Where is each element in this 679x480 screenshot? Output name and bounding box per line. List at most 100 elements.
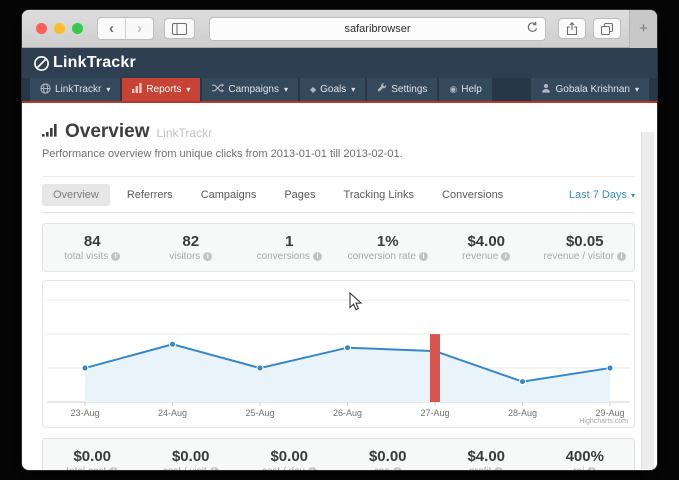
address-bar-text: safaribrowser <box>210 23 545 35</box>
info-icon[interactable]: i <box>210 467 219 470</box>
address-bar[interactable]: safaribrowser <box>209 17 546 41</box>
stat-label-text: cost / visit <box>163 466 207 470</box>
plus-icon: + <box>639 21 648 36</box>
stat-label: roii <box>536 466 635 470</box>
stat-value: $0.00 <box>339 448 438 465</box>
stat-value: $4.00 <box>437 233 536 250</box>
stat-label-text: roi <box>573 466 584 470</box>
stat-total-visits: 84total visitsi <box>43 233 142 262</box>
nav-item-goals[interactable]: ◆Goals▾ <box>300 78 365 101</box>
info-icon[interactable]: i <box>393 467 402 470</box>
page-subtitle: Performance overview from unique clicks … <box>42 148 635 160</box>
visits-line-chart[interactable]: 23-Aug24-Aug25-Aug26-Aug27-Aug28-Aug29-A… <box>43 281 634 425</box>
reload-button[interactable] <box>526 21 539 39</box>
x-axis-label: 23-Aug <box>70 408 99 418</box>
stat-label: total visitsi <box>43 251 142 262</box>
app-logo[interactable]: LinkTrackr <box>33 54 136 72</box>
date-range-selector[interactable]: Last 7 Days ▾ <box>569 189 635 201</box>
show-tabs-button[interactable] <box>593 18 621 39</box>
x-axis-label: 29-Aug <box>595 408 624 418</box>
nav-item-label: Campaigns <box>228 84 279 95</box>
tab-campaigns[interactable]: Campaigns <box>190 184 268 206</box>
data-point-24-aug[interactable] <box>170 341 176 347</box>
caret-down-icon: ▾ <box>284 85 288 94</box>
user-menu[interactable]: Gobala Krishnan▾ <box>531 78 649 101</box>
stat-roi: 400%roii <box>536 448 635 470</box>
new-tab-button[interactable]: + <box>629 10 657 48</box>
nav-item-linktrackr[interactable]: LinkTrackr▾ <box>30 78 120 101</box>
globe-icon <box>40 83 51 97</box>
visits-chart-panel: 23-Aug24-Aug25-Aug26-Aug27-Aug28-Aug29-A… <box>42 280 635 428</box>
info-icon[interactable]: i <box>111 252 120 261</box>
stat-value: 84 <box>43 233 142 250</box>
stat-label-text: conversions <box>257 251 310 262</box>
x-axis-label: 27-Aug <box>420 408 449 418</box>
nav-item-label: Help <box>461 84 482 95</box>
page-title: Overview <box>65 121 150 143</box>
nav-item-settings[interactable]: Settings <box>367 78 437 101</box>
tab-tracking-links[interactable]: Tracking Links <box>333 184 426 206</box>
info-icon[interactable]: i <box>313 252 322 261</box>
sidebar-toggle-button[interactable] <box>164 18 195 39</box>
data-point-29-aug[interactable] <box>607 365 613 371</box>
info-icon[interactable]: i <box>109 467 118 470</box>
data-point-23-aug[interactable] <box>82 365 88 371</box>
caret-down-icon: ▾ <box>635 85 639 94</box>
stat-label: conversion ratei <box>339 251 438 262</box>
share-button[interactable] <box>558 18 586 39</box>
nav-item-reports[interactable]: Reports ▾ <box>122 78 200 101</box>
zoom-window-button[interactable] <box>72 23 83 34</box>
info-icon[interactable]: i <box>587 467 596 470</box>
caret-down-icon: ▾ <box>186 85 190 94</box>
tab-conversions[interactable]: Conversions <box>431 184 514 206</box>
stat-label: profiti <box>437 466 536 470</box>
back-button[interactable]: ‹ <box>98 18 125 39</box>
tab-overview[interactable]: Overview <box>42 184 110 206</box>
stat-label: conversionsi <box>240 251 339 262</box>
desktop-background: ‹ › safaribrowser <box>0 0 679 480</box>
forward-button[interactable]: › <box>125 18 153 39</box>
stat-value: 1% <box>339 233 438 250</box>
stat-value: $0.00 <box>142 448 241 465</box>
close-window-button[interactable] <box>36 23 47 34</box>
tab-referrers[interactable]: Referrers <box>116 184 184 206</box>
report-tabs: Overview Referrers CampaignsPages Tracking … <box>42 176 635 213</box>
info-icon[interactable]: i <box>494 467 503 470</box>
info-icon[interactable]: i <box>501 252 510 261</box>
data-point-26-aug[interactable] <box>345 345 351 351</box>
chart-credit: Highcharts.com <box>579 418 628 425</box>
info-icon[interactable]: i <box>419 252 428 261</box>
minimize-window-button[interactable] <box>54 23 65 34</box>
info-icon[interactable]: i <box>308 467 317 470</box>
date-range-label: Last 7 Days <box>569 189 627 201</box>
app-header: LinkTrackr <box>22 48 657 78</box>
stat-cost-day: $0.00cost / dayi <box>240 448 339 470</box>
reload-icon <box>526 21 539 34</box>
page-content: Overview LinkTrackr Performance overview… <box>22 121 657 470</box>
stat-value: $0.05 <box>536 233 635 250</box>
nav-item-help[interactable]: ◉ Help <box>439 78 491 101</box>
stat-value: 400% <box>536 448 635 465</box>
lifebuoy-icon: ◉ <box>449 85 457 95</box>
info-icon[interactable]: i <box>617 252 626 261</box>
nav-item-label: Reports <box>146 84 181 95</box>
share-icon <box>566 22 578 36</box>
data-point-25-aug[interactable] <box>257 365 263 371</box>
stat-label: total costi <box>43 466 142 470</box>
stat-revenue: $4.00revenuei <box>437 233 536 262</box>
user-icon <box>541 83 551 96</box>
stat-label-text: revenue <box>462 251 498 262</box>
highlight-column-27-aug[interactable] <box>430 334 440 402</box>
data-point-28-aug[interactable] <box>520 379 526 385</box>
sidebar-icon <box>172 23 187 35</box>
stat-value: 82 <box>142 233 241 250</box>
page-scrollbar[interactable] <box>641 132 654 469</box>
nav-item-campaigns[interactable]: Campaigns ▾ <box>202 78 298 101</box>
caret-down-icon: ▾ <box>106 85 110 94</box>
tabs-overview-icon <box>600 22 614 36</box>
stat-label: cpai <box>339 466 438 470</box>
tab-pages[interactable]: Pages <box>273 184 326 206</box>
info-icon[interactable]: i <box>203 252 212 261</box>
back-chevron-icon: ‹ <box>109 21 114 36</box>
stat-total-cost: $0.00total costi <box>43 448 142 470</box>
